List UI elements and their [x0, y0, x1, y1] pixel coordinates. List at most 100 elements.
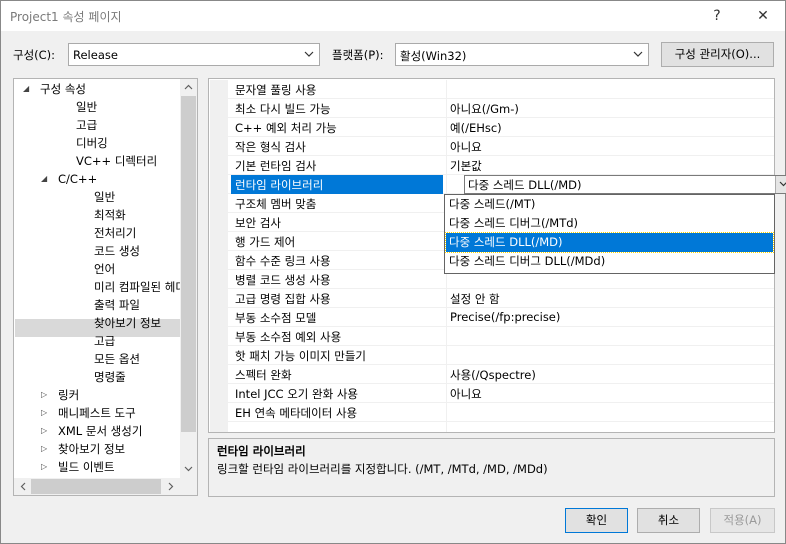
scroll-right-icon[interactable]	[166, 482, 175, 491]
property-row[interactable]: C++ 예외 처리 가능 예(/EHsc)	[228, 118, 774, 137]
help-icon[interactable]: ?	[697, 3, 737, 29]
dropdown-option[interactable]: 다중 스레드 DLL(/MD)	[445, 232, 774, 253]
expand-arrow-icon[interactable]: ▷	[41, 458, 47, 476]
property-row[interactable]: 고급 명령 집합 사용 설정 안 함	[228, 289, 774, 308]
property-value: 아니요	[450, 387, 482, 401]
config-combo[interactable]: Release	[68, 43, 320, 66]
property-name: 보안 검사	[235, 216, 281, 230]
property-value: 사용(/Qspectre)	[450, 368, 536, 382]
property-row[interactable]: 핫 패치 가능 이미지 만들기	[228, 346, 774, 365]
tree-item[interactable]: 출력 파일	[94, 296, 140, 314]
description-title: 런타임 라이브러리	[217, 444, 306, 458]
property-name: 고급 명령 집합 사용	[235, 292, 331, 306]
property-name: Intel JCC 오기 완화 사용	[235, 387, 359, 401]
tree-item[interactable]: 찾아보기 정보	[58, 440, 125, 458]
dropdown-option[interactable]: 다중 스레드 디버그 DLL(/MDd)	[446, 252, 773, 271]
tree-item[interactable]: VC++ 디렉터리	[76, 152, 157, 170]
collapse-arrow-icon[interactable]: ◢	[23, 80, 29, 98]
property-value: 아니요	[450, 140, 482, 154]
tree-hscroll-thumb[interactable]	[31, 479, 161, 494]
apply-button[interactable]: 적용(A)	[710, 508, 775, 533]
cancel-button[interactable]: 취소	[637, 508, 700, 533]
grid-gutter	[210, 80, 228, 432]
expand-arrow-icon[interactable]: ▷	[41, 386, 47, 404]
tree-item[interactable]: 일반	[76, 98, 97, 116]
property-row[interactable]: 문자열 풀링 사용	[228, 80, 774, 99]
dropdown-option[interactable]: 다중 스레드 디버그(/MTd)	[446, 214, 773, 233]
runtime-library-dropdown[interactable]: 다중 스레드(/MT) 다중 스레드 디버그(/MTd) 다중 스레드 DLL(/M…	[444, 194, 775, 274]
property-row[interactable]: 부동 소수점 모델 Precise(/fp:precise)	[228, 308, 774, 327]
tree-item[interactable]: 명령줄	[94, 368, 126, 386]
expand-arrow-icon[interactable]: ▷	[41, 404, 47, 422]
tree-item[interactable]: 일반	[94, 188, 115, 206]
tree-item[interactable]: 코드 생성	[94, 242, 140, 260]
property-name: 최소 다시 빌드 가능	[235, 102, 331, 116]
tree-vertical-scrollbar[interactable]	[180, 79, 197, 478]
config-manager-button[interactable]: 구성 관리자(O)...	[661, 42, 774, 67]
expand-arrow-icon[interactable]: ▷	[41, 422, 47, 440]
property-row[interactable]: 스펙터 완화 사용(/Qspectre)	[228, 365, 774, 384]
description-body: 링크할 런타임 라이브러리를 지정합니다. (/MT, /MTd, /MD, /…	[217, 462, 548, 476]
tree-item[interactable]: 빌드 이벤트	[58, 458, 115, 476]
property-row[interactable]: 작은 형식 검사 아니요	[228, 137, 774, 156]
scroll-up-icon[interactable]	[184, 83, 193, 92]
property-row[interactable]: 최소 다시 빌드 가능 아니요(/Gm-)	[228, 99, 774, 118]
tree-item[interactable]: C/C++	[58, 170, 97, 188]
property-value: 기본값	[450, 159, 482, 173]
property-name: 핫 패치 가능 이미지 만들기	[235, 349, 367, 363]
property-name: 부동 소수점 모델	[235, 311, 317, 325]
platform-label: 플랫폼(P):	[332, 48, 384, 62]
property-name: C++ 예외 처리 가능	[235, 121, 337, 135]
tree-item[interactable]: 링커	[58, 386, 79, 404]
runtime-library-combo[interactable]: 다중 스레드 DLL(/MD)	[464, 175, 786, 194]
scroll-down-icon[interactable]	[184, 464, 193, 473]
property-name: EH 연속 메타데이터 사용	[235, 406, 358, 420]
category-tree: ◢ 구성 속성 일반 고급 디버깅 VC++ 디렉터리 ◢ C/C++ 일반 최적화 전처리기 코드 …	[13, 78, 198, 496]
tree-item[interactable]: 미리 컴파일된 헤더	[94, 278, 186, 296]
tree-item[interactable]: 고급	[76, 116, 97, 134]
tree-item[interactable]: 디버깅	[76, 134, 108, 152]
tree-item[interactable]: 매니페스트 도구	[58, 404, 136, 422]
platform-combo[interactable]: 활성(Win32)	[395, 43, 649, 66]
scroll-left-icon[interactable]	[19, 482, 28, 491]
tree-item[interactable]: 전처리기	[94, 224, 136, 242]
tree-item[interactable]: 최적화	[94, 206, 126, 224]
property-name: 행 가드 제어	[235, 235, 296, 249]
platform-value: 활성(Win32)	[400, 49, 467, 63]
property-row[interactable]: 기본 런타임 검사 기본값	[228, 156, 774, 175]
property-pages-window: Project1 속성 페이지 ? ✕ 구성(C): Release 플랫폼(P…	[0, 0, 786, 544]
close-icon[interactable]: ✕	[743, 3, 783, 29]
property-name: 함수 수준 링크 사용	[235, 254, 331, 268]
property-row[interactable]: EH 연속 메타데이터 사용	[228, 403, 774, 422]
config-value: Release	[73, 48, 118, 62]
property-value: 다중 스레드 DLL(/MD)	[468, 178, 582, 192]
property-name: 부동 소수점 예외 사용	[235, 330, 342, 344]
tree-item[interactable]: 구성 속성	[40, 80, 86, 98]
property-value: 예(/EHsc)	[450, 121, 502, 135]
property-row[interactable]: 부동 소수점 예외 사용	[228, 327, 774, 346]
property-name: 런타임 라이브러리	[235, 178, 324, 192]
description-panel: 런타임 라이브러리 링크할 런타임 라이브러리를 지정합니다. (/MT, /M…	[208, 438, 775, 497]
tree-horizontal-scrollbar[interactable]	[14, 478, 197, 495]
property-name: 기본 런타임 검사	[235, 159, 317, 173]
property-row[interactable]: 런타임 라이브러리 다중 스레드 DLL(/MD)	[228, 175, 786, 194]
property-name: 병렬 코드 생성 사용	[235, 273, 331, 287]
tree-item[interactable]: 고급	[94, 332, 115, 350]
window-title: Project1 속성 페이지	[10, 10, 122, 24]
tree-item[interactable]: 찾아보기 정보	[94, 314, 161, 332]
property-name: 스펙터 완화	[235, 368, 292, 382]
property-value: Precise(/fp:precise)	[450, 310, 561, 324]
tree-item[interactable]: XML 문서 생성기	[58, 422, 142, 440]
chevron-down-icon	[633, 51, 643, 57]
tree-scroll-thumb[interactable]	[181, 96, 196, 432]
tree-item[interactable]: 모든 옵션	[94, 350, 140, 368]
ok-button[interactable]: 확인	[565, 508, 628, 533]
tree-item[interactable]: 언어	[94, 260, 115, 278]
expand-arrow-icon[interactable]: ▷	[41, 440, 47, 458]
property-row[interactable]: Intel JCC 오기 완화 사용 아니요	[228, 384, 774, 403]
chevron-down-icon[interactable]	[775, 176, 786, 193]
config-label: 구성(C):	[13, 48, 56, 62]
dropdown-option[interactable]: 다중 스레드(/MT)	[446, 195, 773, 214]
property-name: 구조체 멤버 맞춤	[235, 197, 317, 211]
collapse-arrow-icon[interactable]: ◢	[41, 170, 47, 188]
